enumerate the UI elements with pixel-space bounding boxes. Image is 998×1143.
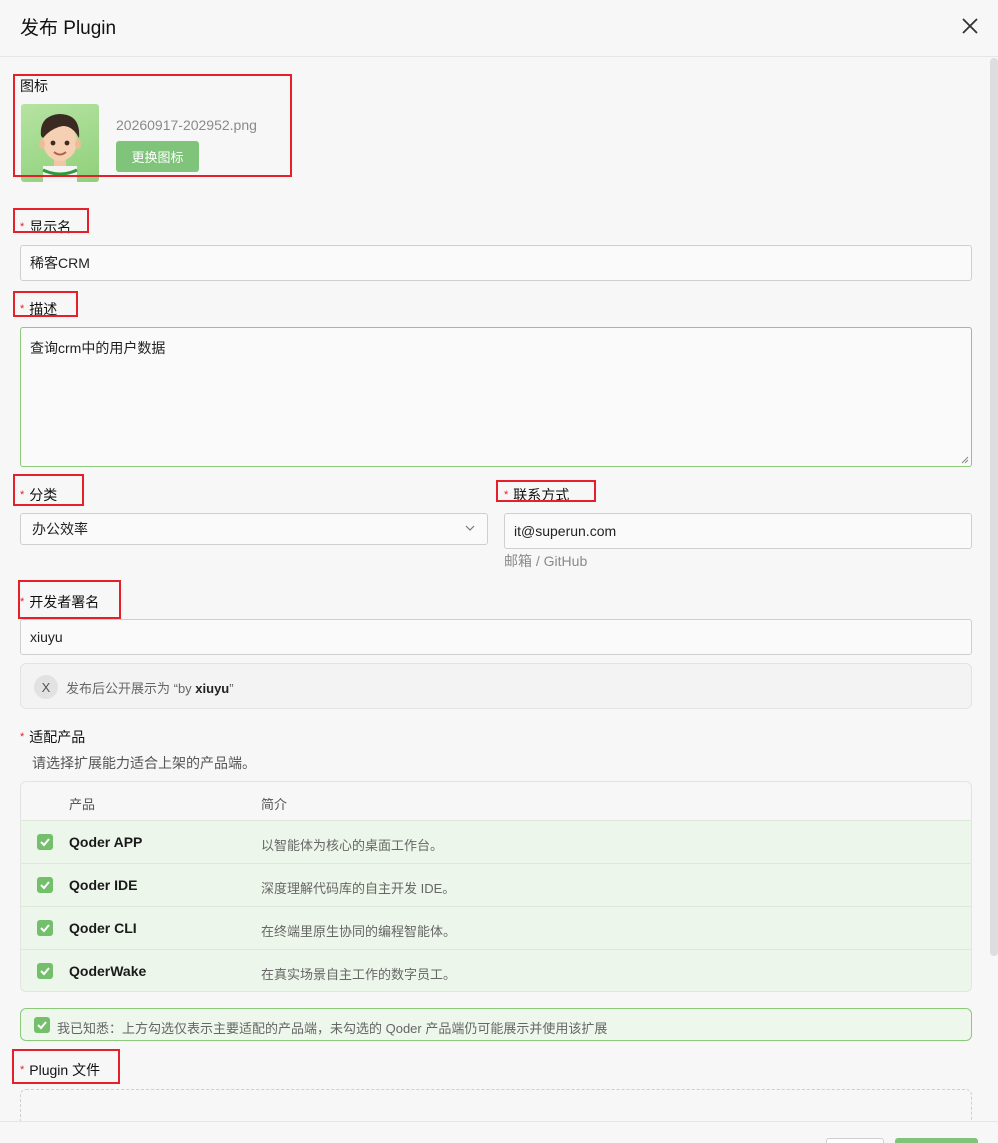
table-row[interactable]: Qoder CLI 在终端里原生协同的编程智能体。 [21, 906, 971, 949]
developer-preview: X 发布后公开展示为 “by xiuyu” [20, 663, 972, 709]
product-name: Qoder IDE [69, 877, 138, 893]
acknowledge-checkbox[interactable] [34, 1017, 50, 1033]
scrollbar[interactable] [990, 58, 998, 956]
products-hint: 请选择扩展能力适合上架的产品端。 [32, 755, 256, 771]
contact-input[interactable]: it@superun.com [504, 513, 972, 549]
products-table: 产品 简介 Qoder APP 以智能体为核心的桌面工作台。 Qoder IDE… [20, 781, 972, 992]
product-desc: 在终端里原生协同的编程智能体。 [261, 924, 457, 939]
check-icon [37, 1021, 47, 1030]
products-label: * 适配产品 [20, 729, 86, 745]
dialog-title: 发布 Plugin [20, 18, 117, 39]
column-header-product: 产品 [69, 797, 96, 812]
check-icon [40, 967, 50, 976]
developer-input[interactable]: xiuyu [20, 619, 972, 655]
check-icon [40, 838, 50, 847]
annotation-box-category [13, 474, 84, 506]
acknowledge-text: 我已知悉：上方勾选仅表示主要适配的产品端，未勾选的 Qoder 产品端仍可能展示… [57, 1021, 608, 1036]
cancel-button[interactable] [826, 1138, 884, 1143]
chevron-down-icon [465, 525, 475, 531]
product-name: QoderWake [69, 963, 147, 979]
dialog-header: 发布 Plugin [0, 0, 998, 57]
category-selected: 办公效率 [32, 521, 88, 537]
resize-grip-icon[interactable] [961, 456, 969, 464]
checkbox-checked[interactable] [37, 834, 53, 850]
check-icon [40, 881, 50, 890]
product-desc: 在真实场景自主工作的数字员工。 [261, 967, 457, 982]
annotation-box-description [13, 291, 78, 317]
annotation-box-icon [13, 74, 292, 177]
avatar: X [34, 675, 58, 699]
table-row[interactable]: Qoder IDE 深度理解代码库的自主开发 IDE。 [21, 863, 971, 906]
annotation-box-contact [496, 480, 596, 502]
description-textarea[interactable]: 查询crm中的用户数据 [20, 327, 972, 467]
checkbox-checked[interactable] [37, 963, 53, 979]
annotation-box-display-name [13, 208, 89, 233]
annotation-box-plugin-file [12, 1049, 120, 1084]
submit-button[interactable] [895, 1138, 978, 1143]
description-text: 查询crm中的用户数据 [30, 340, 166, 356]
column-header-intro: 简介 [261, 797, 288, 812]
checkbox-checked[interactable] [37, 877, 53, 893]
table-header: 产品 简介 [21, 782, 971, 820]
product-name: Qoder APP [69, 834, 143, 850]
product-name: Qoder CLI [69, 920, 137, 936]
table-row[interactable]: QoderWake 在真实场景自主工作的数字员工。 [21, 949, 971, 991]
developer-preview-text: 发布后公开展示为 “by xiuyu” [66, 681, 234, 696]
close-icon[interactable] [958, 14, 982, 38]
checkbox-checked[interactable] [37, 920, 53, 936]
product-desc: 以智能体为核心的桌面工作台。 [261, 838, 444, 853]
product-desc: 深度理解代码库的自主开发 IDE。 [261, 881, 456, 896]
check-icon [40, 924, 50, 933]
category-select[interactable]: 办公效率 [20, 513, 488, 545]
annotation-box-developer [18, 580, 121, 619]
display-name-input[interactable]: 稀客CRM [20, 245, 972, 281]
acknowledge-checkbox-row[interactable]: 我已知悉：上方勾选仅表示主要适配的产品端，未勾选的 Qoder 产品端仍可能展示… [20, 1008, 972, 1041]
contact-hint: 邮箱 / GitHub [504, 553, 588, 569]
table-row[interactable]: Qoder APP 以智能体为核心的桌面工作台。 [21, 820, 971, 863]
dialog-footer [0, 1121, 998, 1143]
